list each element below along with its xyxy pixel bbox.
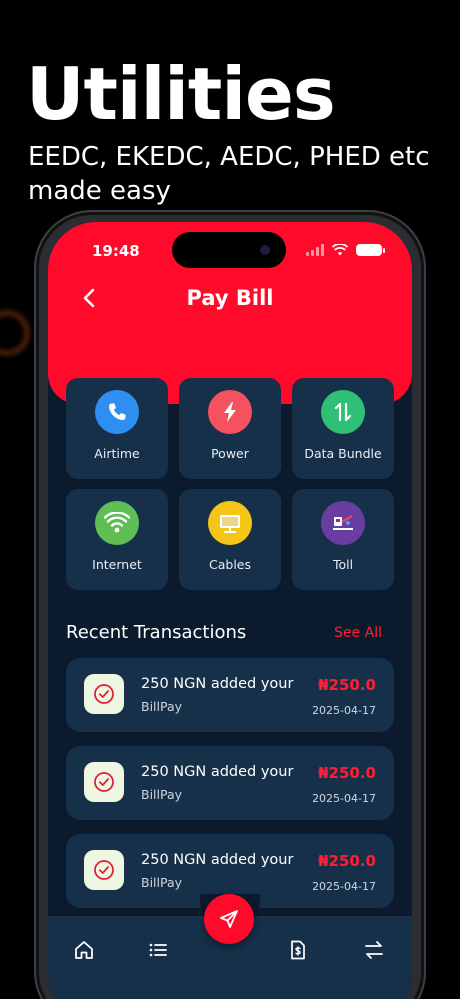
transaction-subtitle: BillPay <box>141 787 183 802</box>
document-icon <box>291 940 305 960</box>
recent-header: Recent Transactions See All <box>66 622 382 643</box>
transaction-amount: ₦250.0 <box>318 676 376 694</box>
page-title: Pay Bill <box>186 286 274 310</box>
decorative-glow <box>0 310 30 356</box>
service-label: Data Bundle <box>304 446 382 461</box>
transaction-amount: ₦250.0 <box>318 852 376 870</box>
check-circle-icon <box>84 762 124 802</box>
service-internet[interactable]: Internet <box>66 489 168 590</box>
section-title: Recent Transactions <box>66 622 247 643</box>
transaction-date: 2025-04-17 <box>312 880 376 893</box>
home-icon <box>75 941 93 959</box>
transfer-icon <box>365 941 383 959</box>
transaction-title: 250 NGN added your <box>141 764 294 780</box>
promo-headline: Utilities <box>26 52 336 136</box>
nav-home[interactable] <box>70 936 98 964</box>
transaction-date: 2025-04-17 <box>312 704 376 717</box>
check-circle-icon <box>84 850 124 890</box>
nav-bills[interactable] <box>284 936 312 964</box>
service-label: Airtime <box>94 446 140 461</box>
dynamic-island <box>172 232 286 268</box>
app-screen: 19:48 Pay Bill Airtime Power Data Bundle <box>48 222 412 999</box>
transaction-subtitle: BillPay <box>141 699 183 714</box>
send-button[interactable] <box>204 894 254 944</box>
transaction-item[interactable]: 250 NGN added your BillPay ₦250.0 2025-0… <box>66 746 394 820</box>
transaction-subtitle: BillPay <box>141 875 183 890</box>
battery-icon <box>356 244 385 256</box>
service-airtime[interactable]: Airtime <box>66 378 168 479</box>
signal-icon <box>306 244 324 256</box>
transaction-item[interactable]: 250 NGN added your BillPay ₦250.0 2025-0… <box>66 658 394 732</box>
check-circle-icon <box>84 674 124 714</box>
nav-list[interactable] <box>144 936 172 964</box>
lightning-icon <box>208 390 252 434</box>
arrows-updown-icon <box>321 390 365 434</box>
see-all-link[interactable]: See All <box>334 625 382 641</box>
wifi-icon <box>95 501 139 545</box>
status-icons <box>306 244 385 256</box>
promo-subline: EEDC, EKEDC, AEDC, PHED etc made easy <box>28 142 430 206</box>
phone-icon <box>95 390 139 434</box>
service-power[interactable]: Power <box>179 378 281 479</box>
toll-gate-icon <box>321 501 365 545</box>
service-toll[interactable]: Toll <box>292 489 394 590</box>
service-data-bundle[interactable]: Data Bundle <box>292 378 394 479</box>
nav-transfer[interactable] <box>360 936 388 964</box>
list-icon <box>149 943 167 957</box>
services-grid: Airtime Power Data Bundle Internet Cable… <box>66 378 394 590</box>
transaction-title: 250 NGN added your <box>141 852 294 868</box>
send-icon <box>220 910 238 928</box>
status-time: 19:48 <box>92 242 140 260</box>
tv-icon <box>208 501 252 545</box>
service-label: Toll <box>332 557 354 572</box>
service-label: Power <box>211 446 249 461</box>
service-label: Internet <box>92 557 142 572</box>
transaction-amount: ₦250.0 <box>318 764 376 782</box>
service-label: Cables <box>209 557 251 572</box>
transaction-title: 250 NGN added your <box>141 676 294 692</box>
wifi-status-icon <box>332 244 348 256</box>
service-cables[interactable]: Cables <box>179 489 281 590</box>
transaction-date: 2025-04-17 <box>312 792 376 805</box>
